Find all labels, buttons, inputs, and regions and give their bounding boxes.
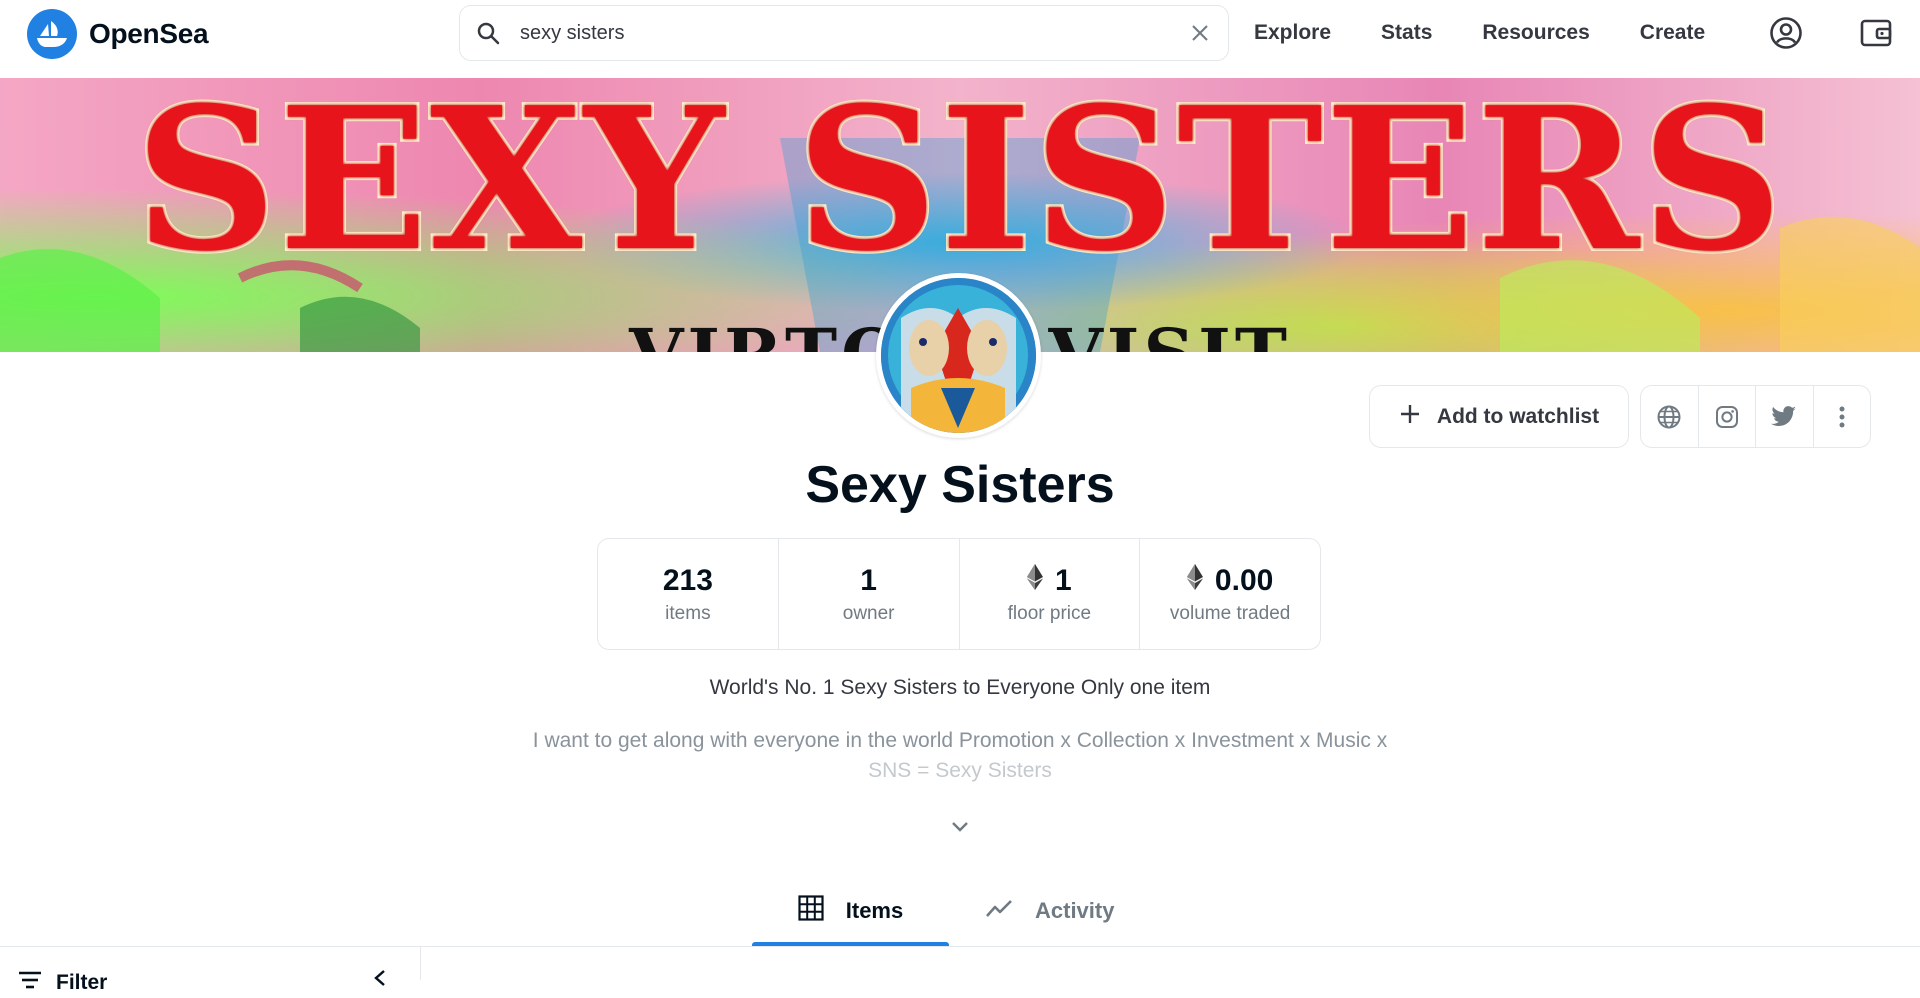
nav-links: Explore Stats Resources Create [1254, 0, 1730, 66]
stat-value: 1 [860, 564, 877, 597]
tab-label: Activity [1035, 898, 1115, 923]
search-input[interactable] [518, 20, 1188, 46]
ethereum-icon [1186, 563, 1203, 599]
collection-avatar [876, 273, 1041, 438]
account-icon[interactable] [1767, 14, 1805, 52]
search-icon [476, 19, 504, 47]
brand-name: OpenSea [89, 18, 209, 49]
trending-icon [985, 898, 1013, 924]
nav-resources[interactable]: Resources [1457, 21, 1614, 45]
plus-icon [1399, 403, 1421, 431]
globe-icon[interactable] [1641, 386, 1699, 447]
stat-floor-price[interactable]: 1 floor price [960, 539, 1141, 649]
collection-title: Sexy Sisters [805, 456, 1115, 514]
nav-explore[interactable]: Explore [1254, 21, 1356, 45]
stat-label: floor price [1007, 603, 1092, 624]
divider [0, 946, 1920, 947]
instagram-icon[interactable] [1699, 386, 1756, 447]
social-links [1640, 385, 1871, 448]
stat-value: 1 [1055, 564, 1072, 597]
stat-label: volume traded [1169, 603, 1291, 624]
tab-activity[interactable]: Activity [985, 875, 1114, 947]
sidebar-divider [420, 947, 421, 980]
opensea-boat-icon [27, 9, 77, 59]
tab-label: Items [845, 898, 904, 923]
watchlist-label: Add to watchlist [1436, 404, 1600, 428]
collection-stats: 213 items 1 owner 1 floor price 0.00 vol… [597, 538, 1321, 650]
nav-stats[interactable]: Stats [1356, 21, 1457, 45]
filter-toggle[interactable]: Filter [18, 968, 107, 998]
nav-create[interactable]: Create [1615, 21, 1730, 45]
more-icon[interactable] [1814, 386, 1871, 447]
stat-value: 0.00 [1214, 564, 1274, 597]
grid-icon [798, 895, 824, 927]
wallet-icon[interactable] [1857, 14, 1895, 52]
stat-volume-traded[interactable]: 0.00 volume traded [1140, 539, 1320, 649]
opensea-logo[interactable]: OpenSea [27, 9, 209, 59]
twitter-icon[interactable] [1756, 386, 1814, 447]
banner-title: SEXY SISTERS [132, 78, 1786, 295]
stat-label: items [665, 603, 711, 624]
collection-description-more: I want to get along with everyone in the… [480, 726, 1440, 786]
tab-items[interactable]: Items [752, 875, 949, 947]
clear-search-icon[interactable] [1188, 21, 1212, 45]
search-bar[interactable] [459, 5, 1229, 61]
expand-description-chevron-icon[interactable] [947, 814, 973, 840]
add-to-watchlist-button[interactable]: Add to watchlist [1369, 385, 1629, 448]
collection-description: World's No. 1 Sexy Sisters to Everyone O… [709, 676, 1211, 699]
filter-icon [18, 970, 42, 996]
stat-owners[interactable]: 1 owner [779, 539, 960, 649]
description-line: I want to get along with everyone in the… [532, 729, 1388, 752]
stat-items[interactable]: 213 items [598, 539, 779, 649]
collection-tabs: Items Activity [0, 875, 1920, 947]
stat-value: 213 [662, 564, 713, 597]
stat-label: owner [842, 603, 895, 624]
filter-label: Filter [56, 971, 108, 994]
top-navbar: OpenSea Explore Stats Resources Create [0, 0, 1920, 78]
description-line-faded: SNS = Sexy Sisters [868, 759, 1052, 782]
collapse-filter-chevron-icon[interactable] [370, 968, 390, 988]
ethereum-icon [1027, 563, 1044, 599]
